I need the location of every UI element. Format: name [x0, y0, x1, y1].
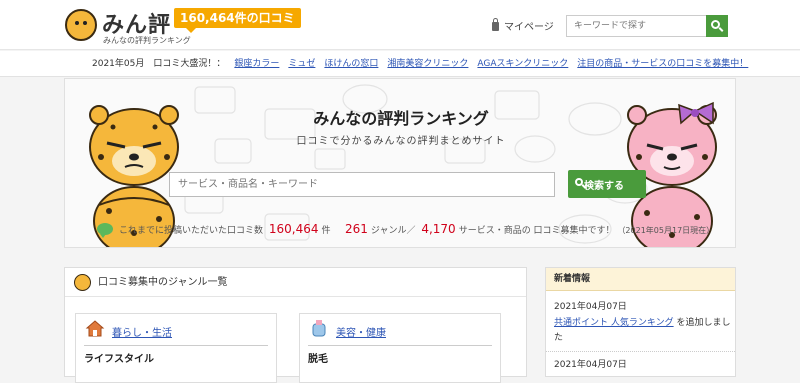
divider [84, 345, 268, 346]
review-stats: これまでに投稿いただいた口コミ数 160,464 件 261 ジャンル／ 4,170… [97, 222, 735, 238]
campaign-link-aga[interactable]: AGAスキンクリニック [477, 59, 568, 69]
campaign-link-recruit[interactable]: 注目の商品・サービスの口コミを募集中！ [577, 59, 748, 69]
search-button-label: 検索する [584, 180, 624, 192]
hero-title: みんなの評判ランキング [313, 109, 489, 128]
news-panel-title: 新着情報 [546, 268, 735, 291]
review-count-badge: 160,464件の口コミ [174, 8, 301, 33]
main-search-button[interactable]: 検索する [568, 170, 646, 198]
news-date: 2021年04月07日 [554, 302, 627, 312]
stat-unit: 件 [321, 226, 331, 236]
stat-genre-count: 261 [344, 222, 368, 236]
logo-subtitle: みんなの評判ランキング [103, 36, 191, 45]
genre-category-link-beauty[interactable]: 美容・健康 [336, 324, 386, 339]
header-search-button[interactable] [706, 15, 728, 37]
house-icon [85, 320, 105, 337]
hero-subtitle: 口コミで分かるみんなの評判まとめサイト [296, 136, 506, 147]
campaign-link-musee[interactable]: ミュゼ [288, 59, 315, 69]
genre-panel-header: 口コミ募集中のジャンル一覧 [65, 268, 526, 297]
campaign-lead: 2021年05月 口コミ大盛況！： [92, 59, 226, 69]
cosmetics-icon [312, 320, 326, 337]
divider [546, 351, 735, 352]
genre-category-link-life[interactable]: 暮らし・生活 [112, 324, 172, 339]
campaign-bar: 2021年05月 口コミ大盛況！： 銀座カラー ミュゼ ほけんの窓口 湘南美容クリニック… [0, 51, 800, 77]
news-panel: 新着情報 2021年04月07日 共通ポイント 人気ランキング を追加しました … [545, 267, 736, 377]
news-date: 2021年04月07日 [554, 360, 627, 370]
news-link[interactable]: 共通ポイント 人気ランキング [554, 318, 674, 328]
site-header: みん評 みんなの評判ランキング 160,464件の口コミ マイページ [0, 0, 800, 50]
genre-card-beauty: 美容・健康 脱毛 [299, 313, 501, 383]
main-search-input[interactable] [169, 172, 555, 197]
search-icon [575, 178, 583, 186]
search-icon [711, 20, 720, 29]
chat-bubble-icon [97, 223, 113, 238]
campaign-link-shonan[interactable]: 湘南美容クリニック [387, 59, 468, 69]
genre-item-lifestyle[interactable]: ライフスタイル [84, 350, 154, 365]
mypage-link[interactable]: マイページ [492, 18, 554, 33]
cheetah-logo-icon [65, 9, 97, 41]
mypage-label: マイページ [504, 22, 554, 33]
genre-item-hair-removal[interactable]: 脱毛 [308, 350, 328, 365]
genre-card-life: 暮らし・生活 ライフスタイル [75, 313, 277, 383]
campaign-link-hoken-madoguchi[interactable]: ほけんの窓口 [324, 59, 378, 69]
stat-as-of: （2021年05月17日現在） [617, 226, 715, 235]
stat-item-count: 4,170 [421, 222, 456, 236]
campaign-link-ginza-calla[interactable]: 銀座カラー [234, 59, 279, 69]
genre-panel: 口コミ募集中のジャンル一覧 暮らし・生活 ライフスタイル 美容・健康 脱毛 [64, 267, 527, 383]
lock-icon [492, 18, 499, 31]
cheetah-face-icon [74, 274, 91, 291]
stat-review-count: 160,464 [268, 222, 319, 236]
stats-prefix: これまでに投稿いただいた口コミ数 [119, 226, 264, 236]
stat-genre-label: ジャンル／ [370, 226, 416, 236]
news-entry: 共通ポイント 人気ランキング を追加しました [554, 316, 734, 346]
stat-item-label: サービス・商品の 口コミ募集中です！ [458, 226, 615, 236]
genre-panel-title: 口コミ募集中のジャンル一覧 [98, 277, 228, 288]
hero-banner: みんなの評判ランキング 口コミで分かるみんなの評判まとめサイト 検索する これま… [64, 78, 736, 248]
header-search-input[interactable] [566, 15, 708, 37]
site-logo[interactable]: みん評 みんなの評判ランキング [65, 7, 191, 45]
divider [308, 345, 492, 346]
